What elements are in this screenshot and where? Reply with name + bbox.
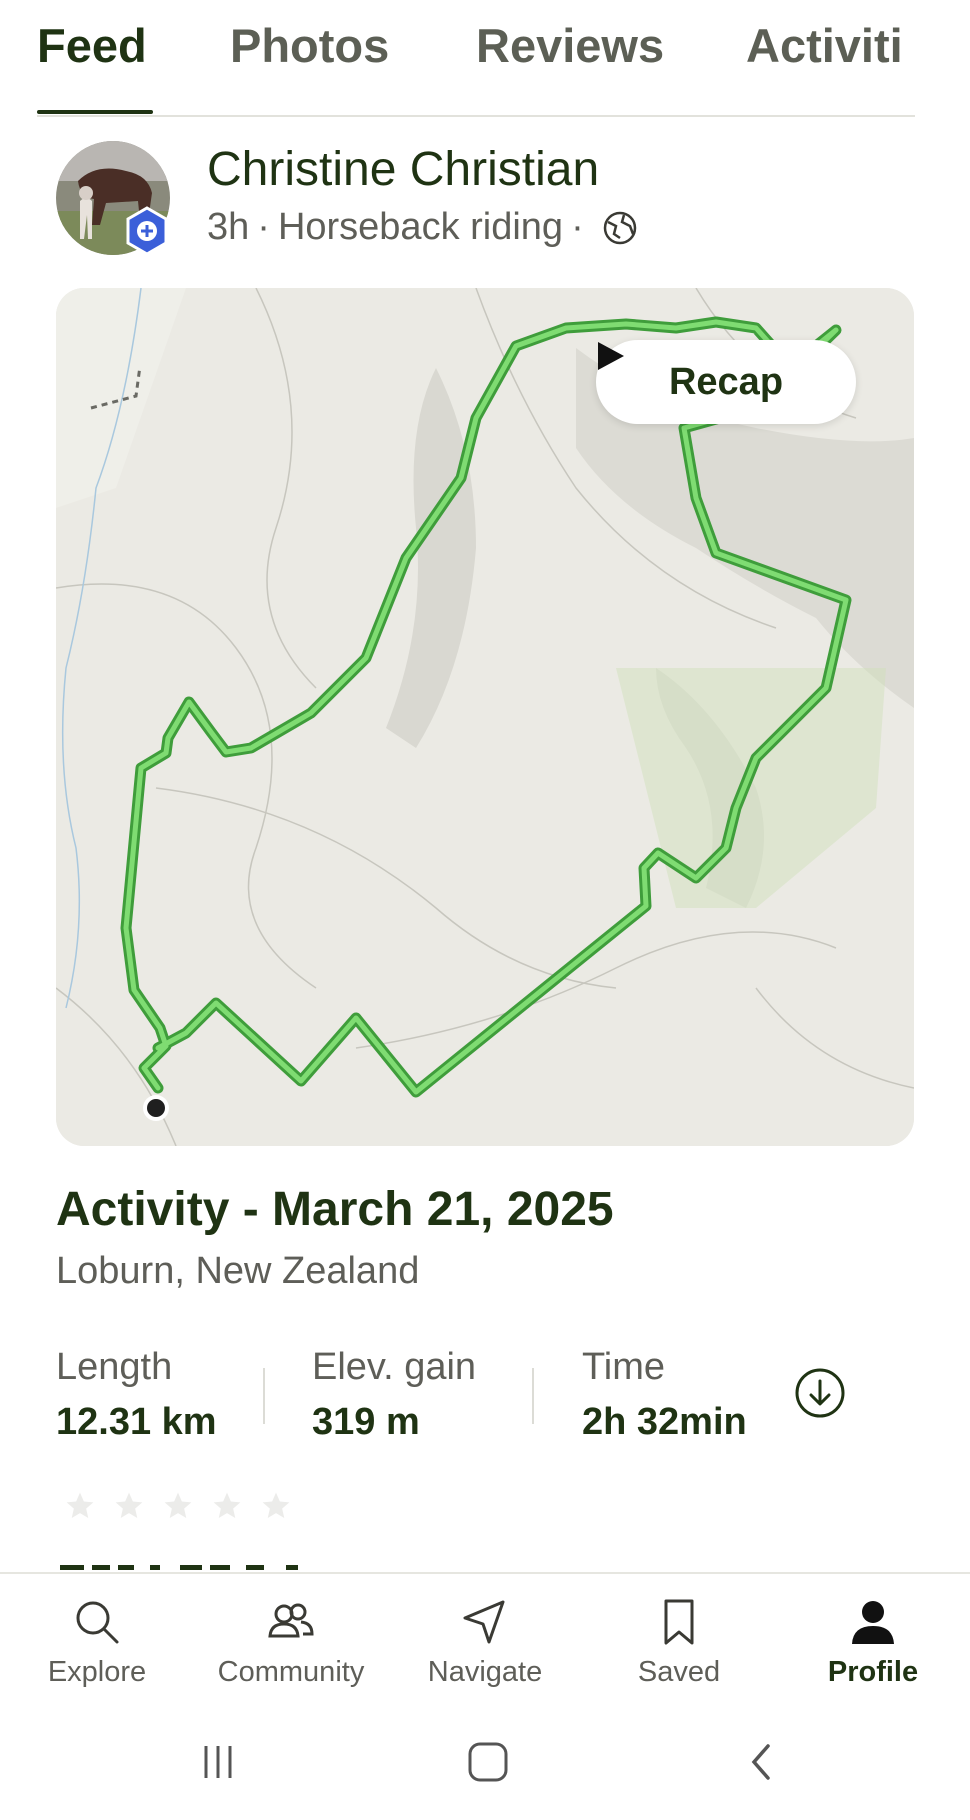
star-icon[interactable] (260, 1490, 292, 1522)
stat-value: 2h 32min (582, 1401, 747, 1443)
nav-profile[interactable]: Profile (776, 1574, 970, 1702)
nav-label: Profile (827, 1656, 919, 1688)
activity-title[interactable]: Activity - March 21, 2025 (56, 1182, 614, 1237)
post-meta: 3h · Horseback riding · (207, 206, 638, 249)
bookmark-icon (664, 1599, 694, 1645)
rating-stars[interactable] (64, 1490, 292, 1522)
star-icon[interactable] (64, 1490, 96, 1522)
stat-label: Time (582, 1346, 666, 1388)
stat-label: Length (56, 1346, 173, 1388)
back-icon[interactable] (738, 1738, 786, 1786)
stat-time: Time 2h 32min (582, 1346, 747, 1444)
activity-type: Horseback riding (277, 206, 564, 248)
home-icon[interactable] (464, 1738, 512, 1786)
nav-label: Explore (47, 1656, 147, 1688)
time-ago: 3h (207, 206, 250, 248)
recap-label: Recap (668, 360, 784, 403)
post-header: Christine Christian 3h · Horseback ridin… (0, 130, 970, 270)
tab-bar: Feed Photos Reviews Activiti (0, 0, 970, 118)
nav-label: Community (217, 1656, 365, 1688)
recent-apps-icon[interactable] (194, 1738, 242, 1786)
nav-label: Saved (637, 1656, 721, 1688)
meta-separator: · (571, 206, 584, 248)
tab-feed[interactable]: Feed (37, 18, 147, 73)
globe-icon (602, 210, 638, 246)
nav-navigate[interactable]: Navigate (388, 1574, 582, 1702)
star-icon[interactable] (162, 1490, 194, 1522)
star-icon[interactable] (211, 1490, 243, 1522)
stat-divider (532, 1368, 534, 1424)
clipped-text (60, 1560, 400, 1570)
meta-separator: · (257, 206, 270, 248)
nav-explore[interactable]: Explore (0, 1574, 194, 1702)
tab-divider (37, 115, 915, 117)
nav-community[interactable]: Community (194, 1574, 388, 1702)
stat-value: 319 m (312, 1401, 420, 1443)
route-map[interactable]: Recap (56, 288, 914, 1146)
stat-divider (263, 1368, 265, 1424)
bottom-navigation: Explore Community Navigate Saved Profile (0, 1572, 970, 1702)
nav-saved[interactable]: Saved (582, 1574, 776, 1702)
author-name[interactable]: Christine Christian (207, 142, 599, 197)
plus-badge-icon (125, 206, 169, 256)
system-navigation-bar (0, 1700, 970, 1820)
recap-button[interactable]: Recap (596, 340, 856, 424)
stat-value: 12.31 km (56, 1401, 217, 1443)
navigate-icon (463, 1600, 505, 1644)
download-icon[interactable] (794, 1367, 846, 1419)
nav-label: Navigate (427, 1656, 543, 1688)
tab-activities[interactable]: Activiti (746, 18, 903, 73)
activity-location: Loburn, New Zealand (56, 1250, 420, 1292)
star-icon[interactable] (113, 1490, 145, 1522)
search-icon (76, 1601, 119, 1644)
stat-elevation-gain: Elev. gain 319 m (312, 1346, 476, 1444)
active-tab-indicator (37, 110, 153, 114)
community-icon (268, 1603, 314, 1638)
tab-photos[interactable]: Photos (230, 18, 389, 73)
stat-length: Length 12.31 km (56, 1346, 217, 1444)
stat-label: Elev. gain (312, 1346, 477, 1388)
play-icon (598, 342, 624, 370)
tab-reviews[interactable]: Reviews (476, 18, 664, 73)
profile-icon (852, 1601, 894, 1644)
